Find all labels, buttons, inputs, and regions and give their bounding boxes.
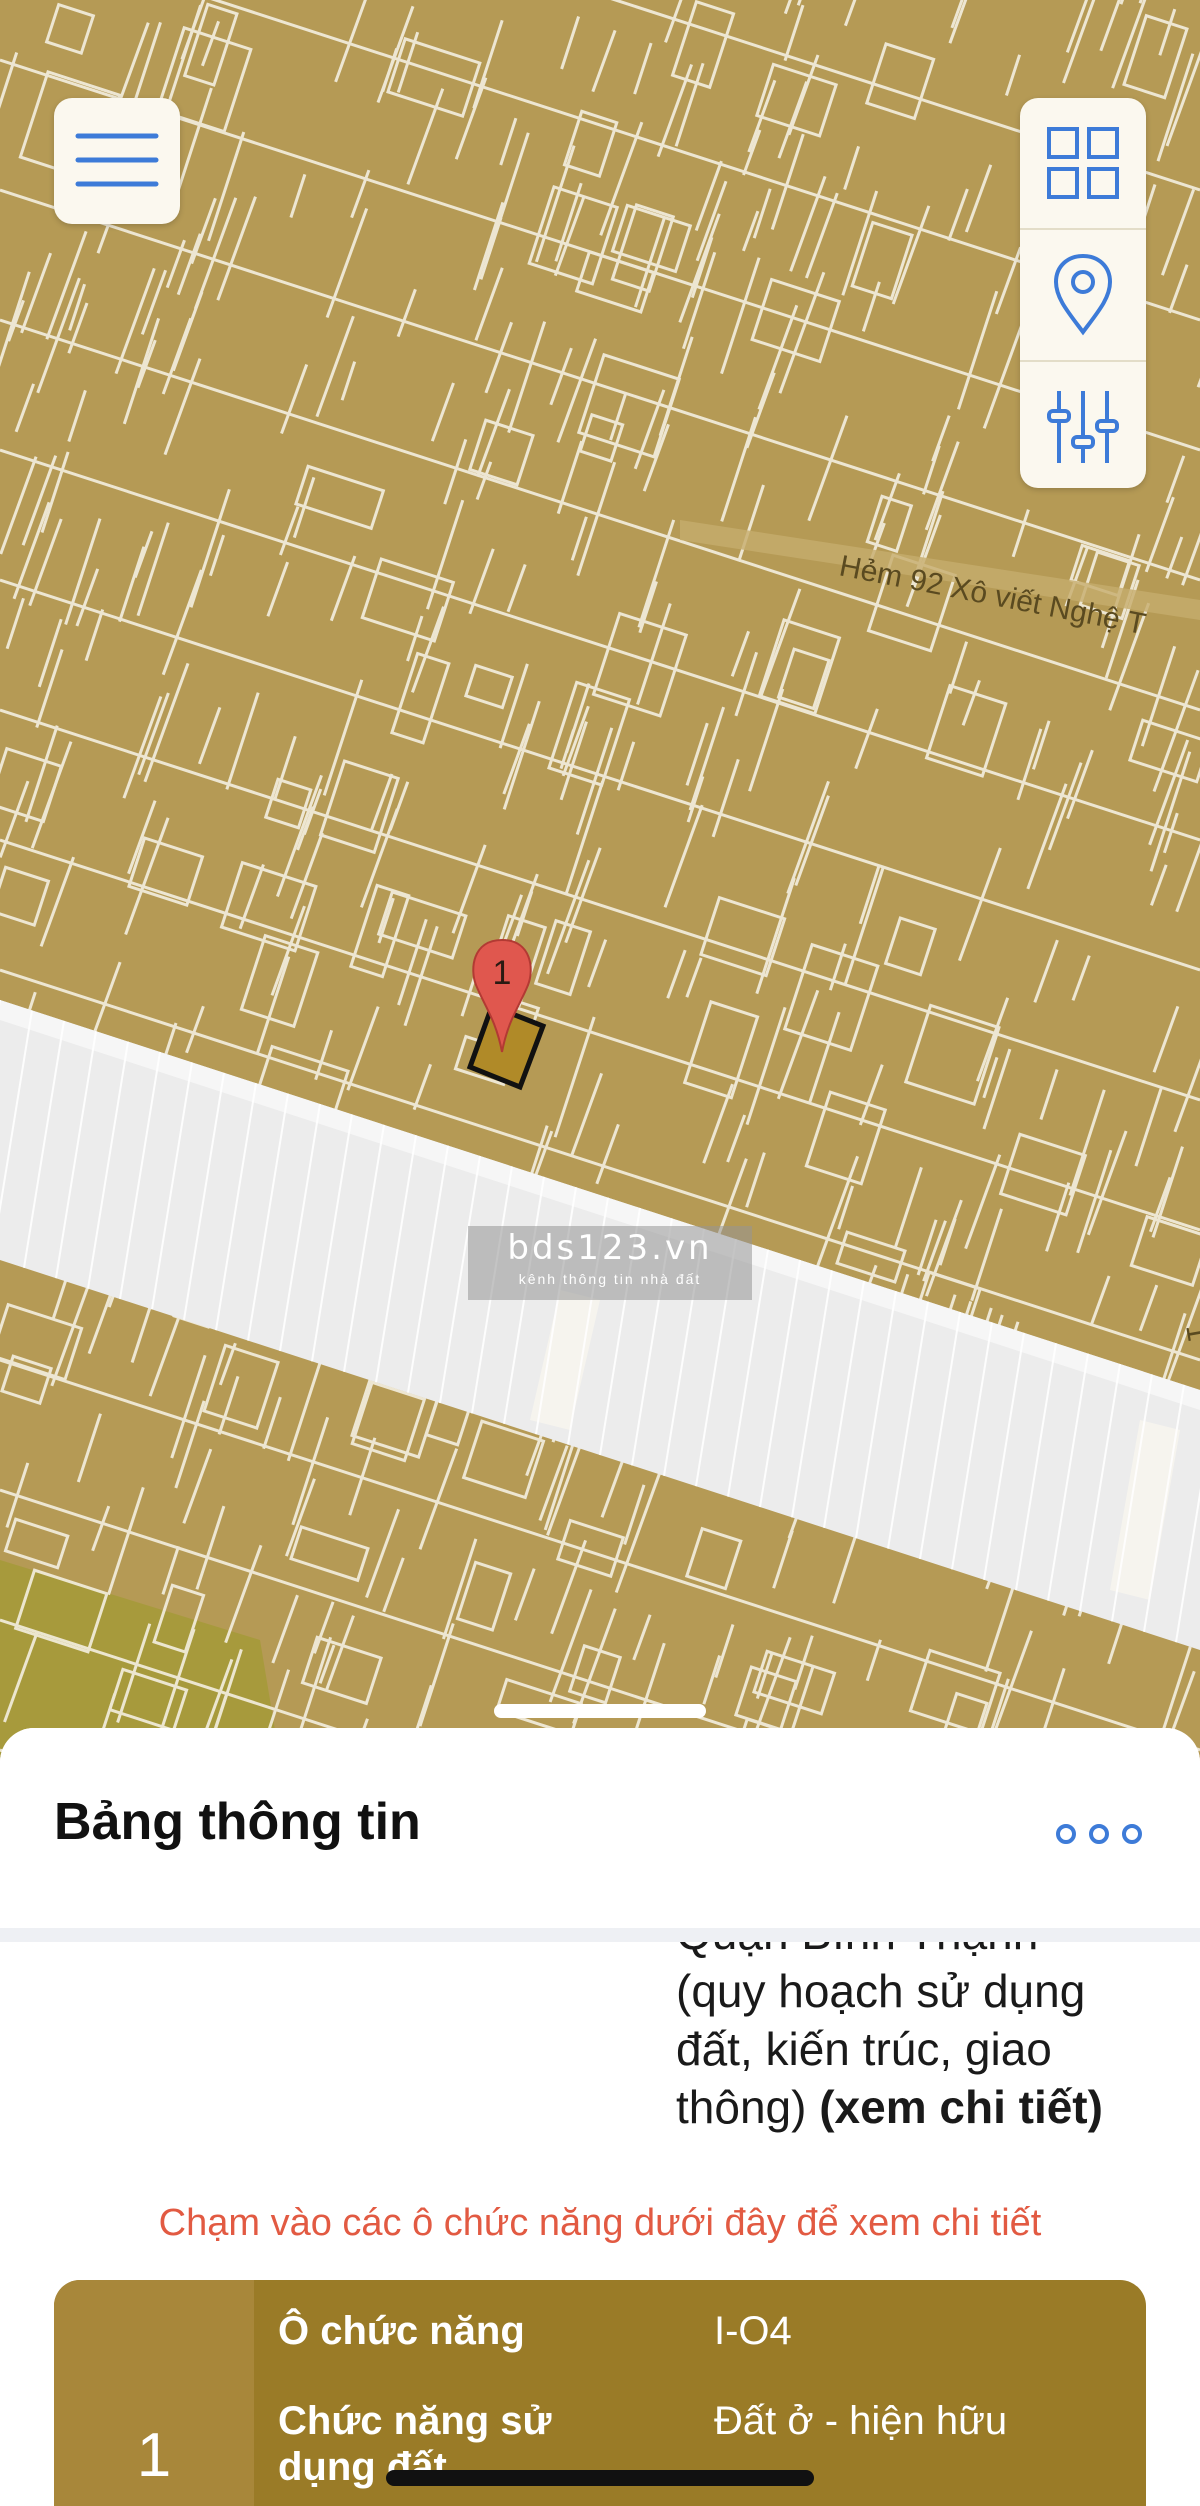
- map-toolbar: [1020, 98, 1146, 488]
- panel-title: Bảng thông tin: [54, 1793, 421, 1851]
- details-link[interactable]: (xem chi tiết): [819, 2081, 1103, 2133]
- info-panel: Bảng thông tin Quận Bình Thạnh (quy hoạc…: [0, 1728, 1200, 2506]
- watermark-subtitle: kênh thông tin nhà đất: [518, 1271, 702, 1287]
- layers-button[interactable]: [1020, 98, 1146, 230]
- sheet-drag-handle[interactable]: [494, 1704, 706, 1718]
- marker-number: 1: [493, 954, 512, 992]
- menu-button[interactable]: [54, 98, 180, 224]
- description-line: đất, kiến trúc, giao: [676, 2023, 1052, 2075]
- card-index: 1: [136, 2421, 172, 2490]
- more-dots-icon[interactable]: [1056, 1824, 1142, 1854]
- sliders-icon: [1047, 391, 1119, 463]
- description-line-with-link: thông) (xem chi tiết): [676, 2078, 1176, 2136]
- description-line: thông): [676, 2081, 807, 2133]
- panel-header: Bảng thông tin: [0, 1728, 1200, 1942]
- description-line: (quy hoạch sử dụng: [676, 1965, 1086, 2017]
- card-label: Ô chức năng: [278, 2309, 525, 2353]
- location-button[interactable]: [1020, 230, 1146, 362]
- filter-button[interactable]: [1020, 362, 1146, 488]
- card-value: I-O4: [714, 2309, 792, 2353]
- location-pin-icon: [1053, 253, 1113, 336]
- hamburger-icon: [75, 133, 159, 187]
- hint-text: Chạm vào các ô chức năng dưới đây để xem…: [158, 2202, 1042, 2244]
- grid-icon: [1047, 127, 1119, 199]
- watermark: bds123.vn kênh thông tin nhà đất: [468, 1226, 752, 1300]
- watermark-title: bds123.vn: [507, 1228, 713, 1268]
- home-indicator: [386, 2470, 814, 2486]
- card-value: Đất ở - hiện hữu: [714, 2399, 1008, 2443]
